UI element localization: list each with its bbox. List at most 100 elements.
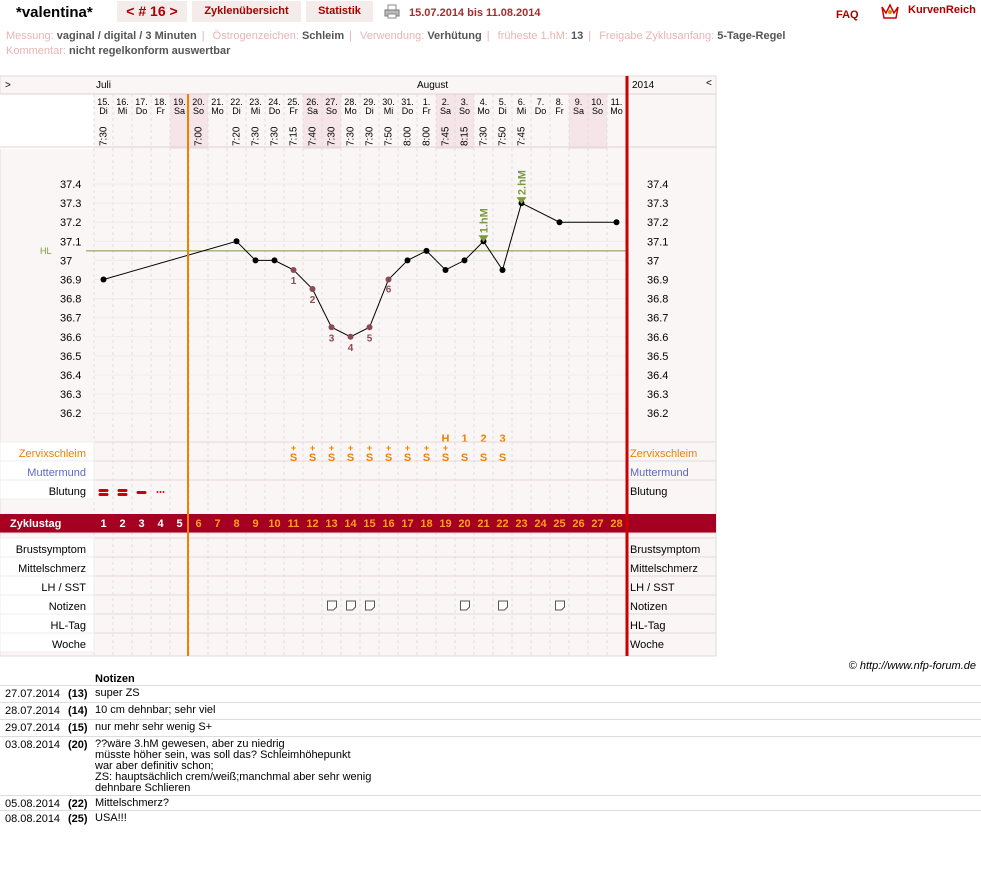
row-label-right-blut: Blutung xyxy=(630,486,667,498)
temperature-point xyxy=(404,257,411,264)
temperature-point xyxy=(233,238,240,245)
day-measure-time: 7:30 xyxy=(327,126,338,146)
month-label-july: Juli xyxy=(96,80,111,91)
note-date: 28.07.2014 xyxy=(5,705,61,717)
y-tick-left: 37.2 xyxy=(60,217,81,229)
day-weekday: Do xyxy=(402,106,414,116)
note-row: 28.07.2014 (14) 10 cm dehnbar; sehr viel xyxy=(0,702,981,720)
day-weekday: Di xyxy=(99,106,108,116)
temperature-point xyxy=(613,219,620,226)
y-tick-left: 37 xyxy=(60,255,72,267)
note-cycle-day: (22) xyxy=(68,798,88,810)
note-icon xyxy=(460,600,470,611)
note-row: 03.08.2014 (20) ??wäre 3.hM gewesen, abe… xyxy=(0,736,981,796)
note-text: ??wäre 3.hM gewesen, aber zu niedrig müs… xyxy=(95,738,372,794)
bleeding-spot xyxy=(162,491,165,493)
mucus-symbol: S xyxy=(385,452,392,464)
faq-link[interactable]: FAQ xyxy=(836,9,859,21)
low-temp-label: 5 xyxy=(367,333,373,344)
y-tick-right: 37.1 xyxy=(647,236,668,248)
bleeding-mark xyxy=(136,491,147,494)
note-icon xyxy=(365,600,375,611)
note-row: 29.07.2014 (15) nur mehr sehr wenig S+ xyxy=(0,719,981,737)
day-weekday: Mo xyxy=(211,106,224,116)
temperature-point xyxy=(347,333,354,340)
cycle-day-number: 20 xyxy=(458,518,470,530)
mucus-symbol: S xyxy=(461,452,468,464)
copyright[interactable]: © http://www.nfp-forum.de xyxy=(849,660,976,672)
printer-icon[interactable] xyxy=(384,4,400,19)
day-measure-time: 7:50 xyxy=(384,126,395,146)
nav-prev-arrow: > xyxy=(5,80,11,91)
y-tick-left: 36.7 xyxy=(60,313,81,325)
cycle-day-number: 8 xyxy=(233,518,239,530)
mucus-symbol: S xyxy=(347,452,354,464)
y-tick-right: 36.8 xyxy=(647,294,668,306)
day-weekday: Fr xyxy=(289,106,298,116)
temperature-point xyxy=(366,324,373,331)
y-tick-left: 36.6 xyxy=(60,332,81,344)
low-temp-label: 1 xyxy=(291,276,297,287)
day-weekday: Mi xyxy=(251,106,261,116)
note-cycle-day: (20) xyxy=(68,739,88,751)
cover-line-label: HL xyxy=(40,246,52,256)
messung-value: vaginal / digital / 3 Minuten xyxy=(56,30,197,42)
low-temp-label: 4 xyxy=(348,343,354,354)
note-cycle-day: (25) xyxy=(68,813,88,825)
temperature-point xyxy=(271,257,278,264)
note-cycle-day: (14) xyxy=(68,705,88,717)
y-tick-left: 36.8 xyxy=(60,294,81,306)
higher-temp-label: 2.hM xyxy=(517,170,529,195)
cycle-day-number: 13 xyxy=(325,518,337,530)
note-row: 27.07.2014 (13) super ZS xyxy=(0,685,981,703)
y-tick-left: 36.3 xyxy=(60,389,81,401)
cycle-day-number: 9 xyxy=(252,518,258,530)
row-label-mutter: Muttermund xyxy=(27,467,86,479)
cycle-day-number: 24 xyxy=(534,518,547,530)
mucus-symbol: S xyxy=(309,452,316,464)
cycle-day-number: 18 xyxy=(420,518,432,530)
nav-next-arrow: < xyxy=(706,78,712,89)
cycle-chart: > Juli August 2014 <15.Di7:3016.Mi17.Do18.Fr… xyxy=(0,75,717,657)
verwendung-label: Verwendung: xyxy=(360,30,425,42)
bleeding-mark xyxy=(98,489,109,492)
temperature-point xyxy=(556,219,563,226)
day-weekday: Do xyxy=(269,106,281,116)
cycle-day-number: 23 xyxy=(515,518,527,530)
day-weekday: Di xyxy=(232,106,241,116)
day-weekday: Sa xyxy=(573,106,584,116)
oestrogen-label: Östrogenzeichen: xyxy=(212,30,299,42)
y-tick-right: 37.2 xyxy=(647,217,668,229)
row-label-mittel: Mittelschmerz xyxy=(18,563,86,575)
cycle-number-nav[interactable]: < # 16 > xyxy=(117,1,187,22)
brand-logo[interactable]: KurvenReich xyxy=(908,4,976,16)
cycle-day-number: 2 xyxy=(119,518,125,530)
temperature-point xyxy=(309,286,316,293)
row-label-notiz: Notizen xyxy=(49,601,86,613)
user-name: *valentina* xyxy=(16,4,93,21)
tab-cycle-overview[interactable]: Zyklenübersicht xyxy=(192,1,301,22)
peak-label: 3 xyxy=(499,433,505,445)
bleeding-spot xyxy=(159,491,162,493)
day-weekday: Fr xyxy=(422,106,431,116)
month-label-august: August xyxy=(417,80,448,91)
row-label-right-mittel: Mittelschmerz xyxy=(630,563,698,575)
day-measure-time: 7:50 xyxy=(498,126,509,146)
day-measure-time: 7:30 xyxy=(346,126,357,146)
year-label: 2014 xyxy=(632,80,655,91)
temperature-point xyxy=(252,257,259,264)
kommentar-value: nicht regelkonform auswertbar xyxy=(68,45,231,57)
note-row: 05.08.2014 (22) Mittelschmerz? xyxy=(0,795,981,811)
y-tick-right: 36.2 xyxy=(647,408,668,420)
day-measure-time: 7:00 xyxy=(194,126,205,146)
row-label-blut: Blutung xyxy=(49,486,86,498)
day-weekday: So xyxy=(193,106,204,116)
day-measure-time: 8:00 xyxy=(403,126,414,146)
y-tick-right: 36.7 xyxy=(647,313,668,325)
cycle-day-number: 22 xyxy=(496,518,508,530)
cycle-day-band xyxy=(0,514,716,533)
note-date: 08.08.2014 xyxy=(5,813,61,825)
mucus-symbol: S xyxy=(499,452,506,464)
tab-statistics[interactable]: Statistik xyxy=(306,1,373,22)
note-row: 08.08.2014 (25) USA!!! xyxy=(0,810,981,826)
